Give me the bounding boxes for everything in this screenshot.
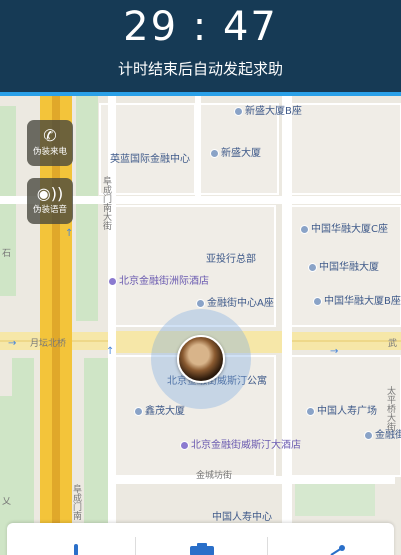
countdown-hint: 计时结束后自动发起求助 [117, 60, 283, 78]
fake-voice-button[interactable]: ◉)) 伪装语音 [27, 178, 73, 224]
poi-huarong-c[interactable]: 中国华融大厦C座 [300, 224, 388, 236]
svg-text:↑: ↑ [65, 228, 73, 239]
poi-china-life-plaza[interactable]: 中国人寿广场 [306, 406, 377, 418]
poi-xinmao[interactable]: 鑫茂大厦 [134, 406, 185, 418]
share-icon[interactable] [327, 541, 349, 555]
map-view[interactable]: ↑ ↑ → → → 新盛大厦B座 英蓝国际金融中心 新盛大厦 中国华融大厦C座 … [0, 96, 401, 555]
poi-jinrongjie[interactable]: 金融街 [364, 430, 401, 442]
toolbar-divider [135, 537, 136, 555]
voice-icon: ◉)) [36, 184, 64, 203]
svg-text:↑: ↑ [106, 346, 114, 357]
poi-jrj-center-a[interactable]: 金融街中心A座 [196, 298, 274, 310]
user-avatar[interactable] [177, 335, 225, 383]
svg-text:→: → [8, 338, 16, 349]
street-label-alley: 金城坊街 [196, 471, 233, 481]
thermometer-icon[interactable] [65, 541, 87, 555]
poi-aiib[interactable]: 亚投行总部 [206, 254, 256, 266]
countdown-timer: 29 : 47 [123, 4, 278, 50]
street-label-vertical-3: 太平桥大街 [385, 386, 395, 431]
poi-marker-icon [196, 298, 205, 308]
poi-marker-icon [134, 406, 143, 416]
poi-marker-icon [313, 296, 322, 306]
hotel-marker-icon [180, 440, 189, 450]
poi-marker-icon [364, 430, 373, 440]
poi-marker-icon [210, 148, 219, 158]
poi-huarong-b[interactable]: 中国华融大厦B座 [313, 296, 401, 308]
phone-icon: ✆ [43, 126, 57, 145]
camera-icon[interactable] [189, 541, 214, 555]
poi-marker-icon [306, 406, 315, 416]
street-label-left: 石 [2, 249, 12, 259]
poi-marker-icon [300, 224, 309, 234]
street-label-vertical-1: 阜成门南大街 [101, 176, 111, 230]
street-label-vertical-2: 阜成门南 [71, 484, 81, 520]
poi-westin-hotel[interactable]: 北京金融街威斯汀大酒店 [180, 440, 301, 452]
svg-text:→: → [330, 346, 338, 357]
poi-marker-icon [308, 262, 317, 272]
poi-xinsheng[interactable]: 新盛大厦 [210, 148, 261, 160]
hotel-marker-icon [108, 276, 117, 286]
street-label-bridge: 月坛北桥 [30, 339, 67, 349]
poi-yinglan[interactable]: 英蓝国际金融中心 [110, 154, 190, 166]
street-label-left-2: 乂 [2, 497, 12, 507]
toolbar-divider [267, 537, 268, 555]
poi-marker-icon [234, 106, 243, 116]
bottom-toolbar [7, 523, 394, 555]
fake-call-button[interactable]: ✆ 伪装来电 [27, 120, 73, 166]
street-label-wu: 武 [388, 339, 398, 349]
poi-huarong[interactable]: 中国华融大厦 [308, 262, 379, 274]
countdown-header: 29 : 47 计时结束后自动发起求助 [0, 0, 401, 92]
poi-xinsheng-b[interactable]: 新盛大厦B座 [234, 106, 302, 118]
poi-intercontinental[interactable]: 北京金融街洲际酒店 [108, 276, 209, 288]
